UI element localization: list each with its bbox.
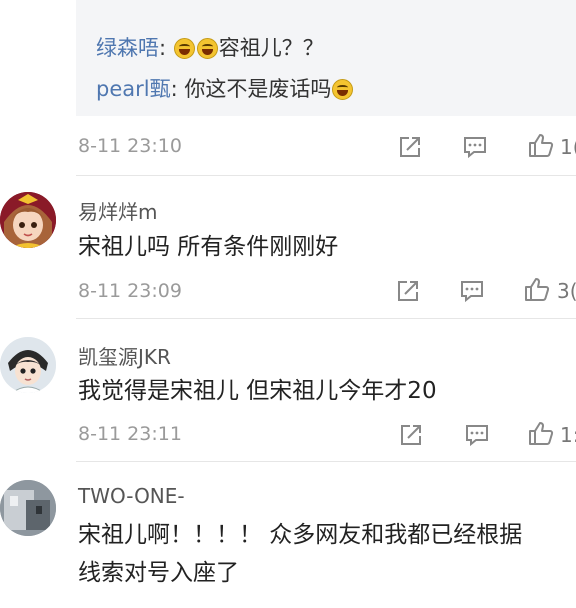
comment-icon[interactable] <box>459 278 485 304</box>
comment-body-line: 宋祖儿啊！！！！ 众多网友和我都已经根据 <box>78 522 523 548</box>
comment-body: 我觉得是宋祖儿 但宋祖儿今年才20 <box>78 378 437 404</box>
thumbs-up-icon[interactable] <box>528 420 554 446</box>
comment-username[interactable]: 易烊烊m <box>78 196 157 225</box>
avatar[interactable] <box>0 480 56 536</box>
share-icon[interactable] <box>398 422 424 448</box>
thumbs-up-icon[interactable] <box>528 132 554 158</box>
comment-time: 8-11 23:09 <box>78 280 182 302</box>
like-count: 1( <box>560 135 576 159</box>
like-count: 3( <box>557 279 576 303</box>
comment-item: 易烊烊m 宋祖儿吗 所有条件刚刚好 8-11 23:09 3( <box>0 176 576 318</box>
comment-username[interactable]: 凯玺源JKR <box>78 341 171 370</box>
share-icon[interactable] <box>397 134 423 160</box>
comment-time: 8-11 23:10 <box>78 135 182 157</box>
share-icon[interactable] <box>395 278 421 304</box>
comment-item: 凯玺源JKR 我觉得是宋祖儿 但宋祖儿今年才20 8-11 23:11 1: <box>0 319 576 461</box>
avatar[interactable] <box>0 337 56 393</box>
avatar[interactable] <box>0 192 56 248</box>
like-count: 1: <box>560 423 576 447</box>
comment-body-line: 线索对号入座了 <box>78 560 239 586</box>
comment-item: 8-11 23:10 1( <box>0 0 576 175</box>
thumbs-up-icon[interactable] <box>524 276 550 302</box>
comment-username[interactable]: TWO-ONE- <box>78 484 185 508</box>
comment-icon[interactable] <box>464 422 490 448</box>
comment-body: 宋祖儿吗 所有条件刚刚好 <box>78 234 339 260</box>
comment-thread: 绿森唔: 容祖儿？？ pearl甄: 你这不是废话吗 8-11 23:10 1( <box>0 0 576 608</box>
comment-item: TWO-ONE- 宋祖儿啊！！！！ 众多网友和我都已经根据 线索对号入座了 <box>0 462 576 608</box>
comment-icon[interactable] <box>462 134 488 160</box>
comment-time: 8-11 23:11 <box>78 423 182 445</box>
